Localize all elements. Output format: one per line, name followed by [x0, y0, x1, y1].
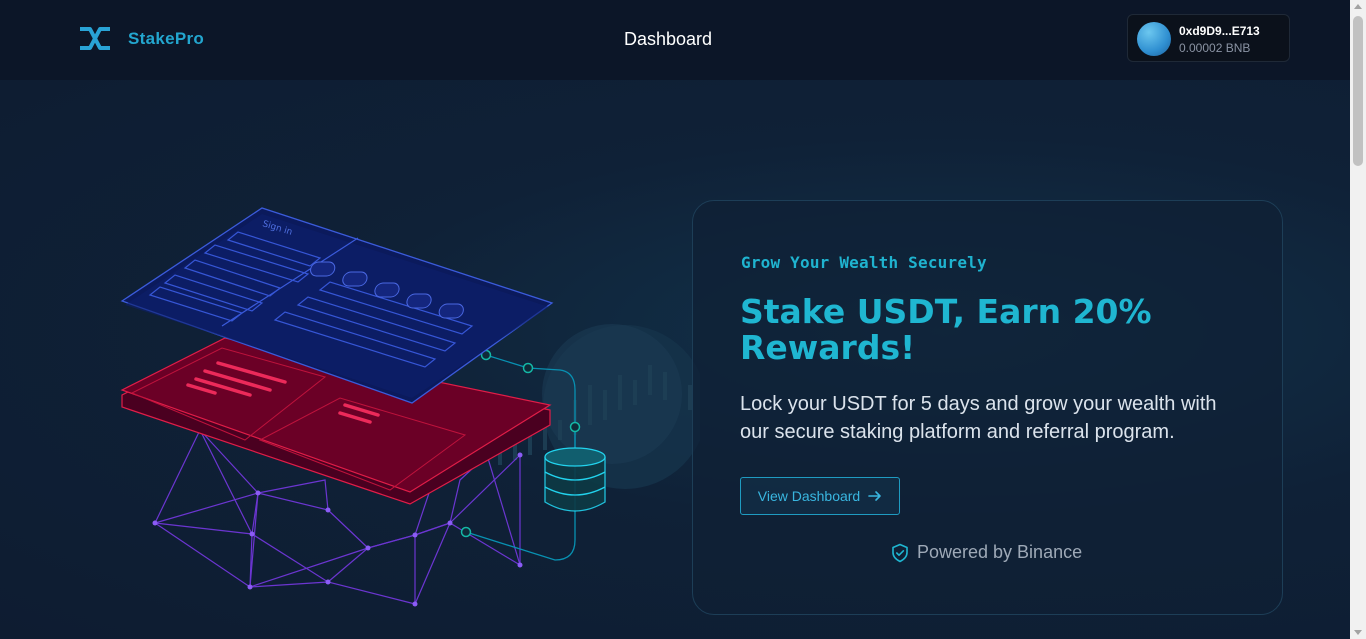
hero-headline: Stake USDT, Earn 20% Rewards!	[740, 292, 1152, 367]
scroll-down-icon[interactable]	[1354, 630, 1362, 635]
wallet-address: 0xd9D9...E713	[1179, 24, 1260, 38]
hero-description: Lock your USDT for 5 days and grow your …	[740, 393, 1217, 443]
hero-card: Grow Your Wealth Securely Stake USDT, Ea…	[692, 200, 1283, 615]
wallet-button[interactable]: 0xd9D9...E713 0.00002 BNB	[1127, 14, 1290, 62]
staking-illustration: Sign in	[120, 207, 700, 607]
wallet-avatar	[1137, 22, 1171, 56]
arrow-right-icon	[868, 491, 882, 501]
wallet-balance: 0.00002 BNB	[1179, 41, 1251, 55]
powered-by-text: Powered by Binance	[917, 542, 1083, 562]
view-dashboard-label: View Dashboard	[757, 488, 861, 504]
logo-icon	[80, 27, 110, 50]
top-navbar: StakePro Dashboard 0xd9D9...E713 0.00002…	[0, 0, 1350, 80]
page-scrollbar[interactable]	[1350, 0, 1366, 639]
hero-section: Sign in Grow Your Wealth Securely Stake …	[0, 80, 1350, 639]
shield-check-icon	[892, 543, 908, 562]
brand-name: StakePro	[128, 28, 205, 48]
view-dashboard-button[interactable]: View Dashboard	[740, 477, 900, 515]
brand-link[interactable]: StakePro	[78, 26, 204, 51]
nav-dashboard-link[interactable]: Dashboard	[624, 29, 712, 50]
scroll-thumb[interactable]	[1353, 16, 1363, 166]
database-graphic	[544, 447, 606, 512]
scroll-up-icon[interactable]	[1354, 4, 1362, 9]
powered-by: Powered by Binance	[891, 542, 1082, 563]
hero-eyebrow: Grow Your Wealth Securely	[741, 253, 987, 272]
